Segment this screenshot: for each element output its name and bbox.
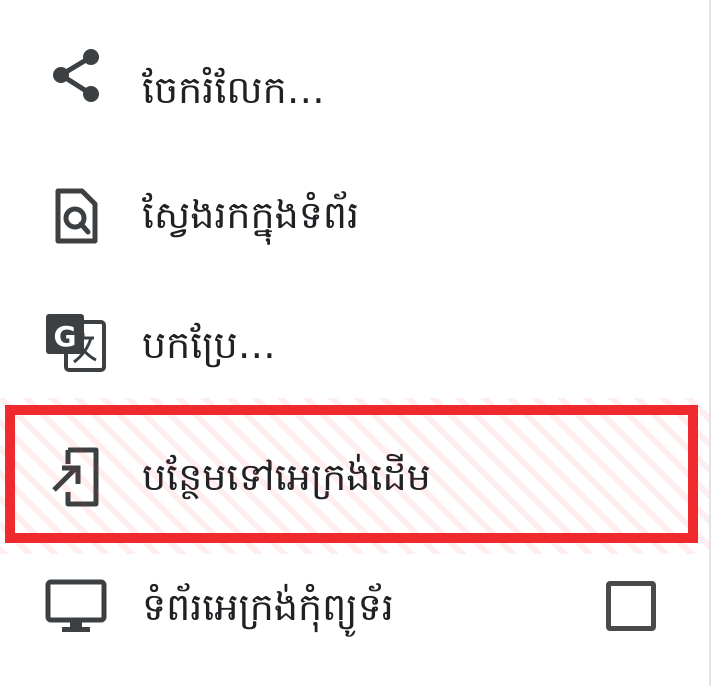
desktop-icon xyxy=(44,574,108,638)
menu-item-add-to-home-screen[interactable]: បន្ថែមទៅអេក្រង់ដើម xyxy=(0,406,709,542)
menu-item-label: ចែករំលែក… xyxy=(142,68,325,112)
svg-text:G: G xyxy=(54,320,77,353)
translate-icon: G xyxy=(44,310,108,374)
overflow-menu: ចែករំលែក… ស្វែងរកក្នុងទំព័រ G បកប្រែ… បន… xyxy=(0,0,709,686)
menu-item-share[interactable]: ចែករំលែក… xyxy=(0,8,709,144)
menu-item-desktop-site[interactable]: ទំព័រអេក្រង់កុំព្យូទ័រ xyxy=(0,546,709,682)
menu-item-label: ទំព័រអេក្រង់កុំព្យូទ័រ xyxy=(142,585,394,629)
desktop-site-checkbox[interactable] xyxy=(606,581,656,631)
menu-item-label: បកប្រែ… xyxy=(142,323,276,367)
share-icon xyxy=(44,44,108,108)
menu-item-find-in-page[interactable]: ស្វែងរកក្នុងទំព័រ xyxy=(0,144,709,280)
add-to-home-screen-icon xyxy=(44,444,108,508)
menu-item-label: ស្វែងរកក្នុងទំព័រ xyxy=(142,193,360,237)
menu-item-label: បន្ថែមទៅអេក្រង់ដើម xyxy=(142,455,431,499)
find-in-page-icon xyxy=(44,184,108,248)
menu-item-translate[interactable]: G បកប្រែ… xyxy=(0,280,709,416)
menu-right-edge xyxy=(709,0,711,686)
